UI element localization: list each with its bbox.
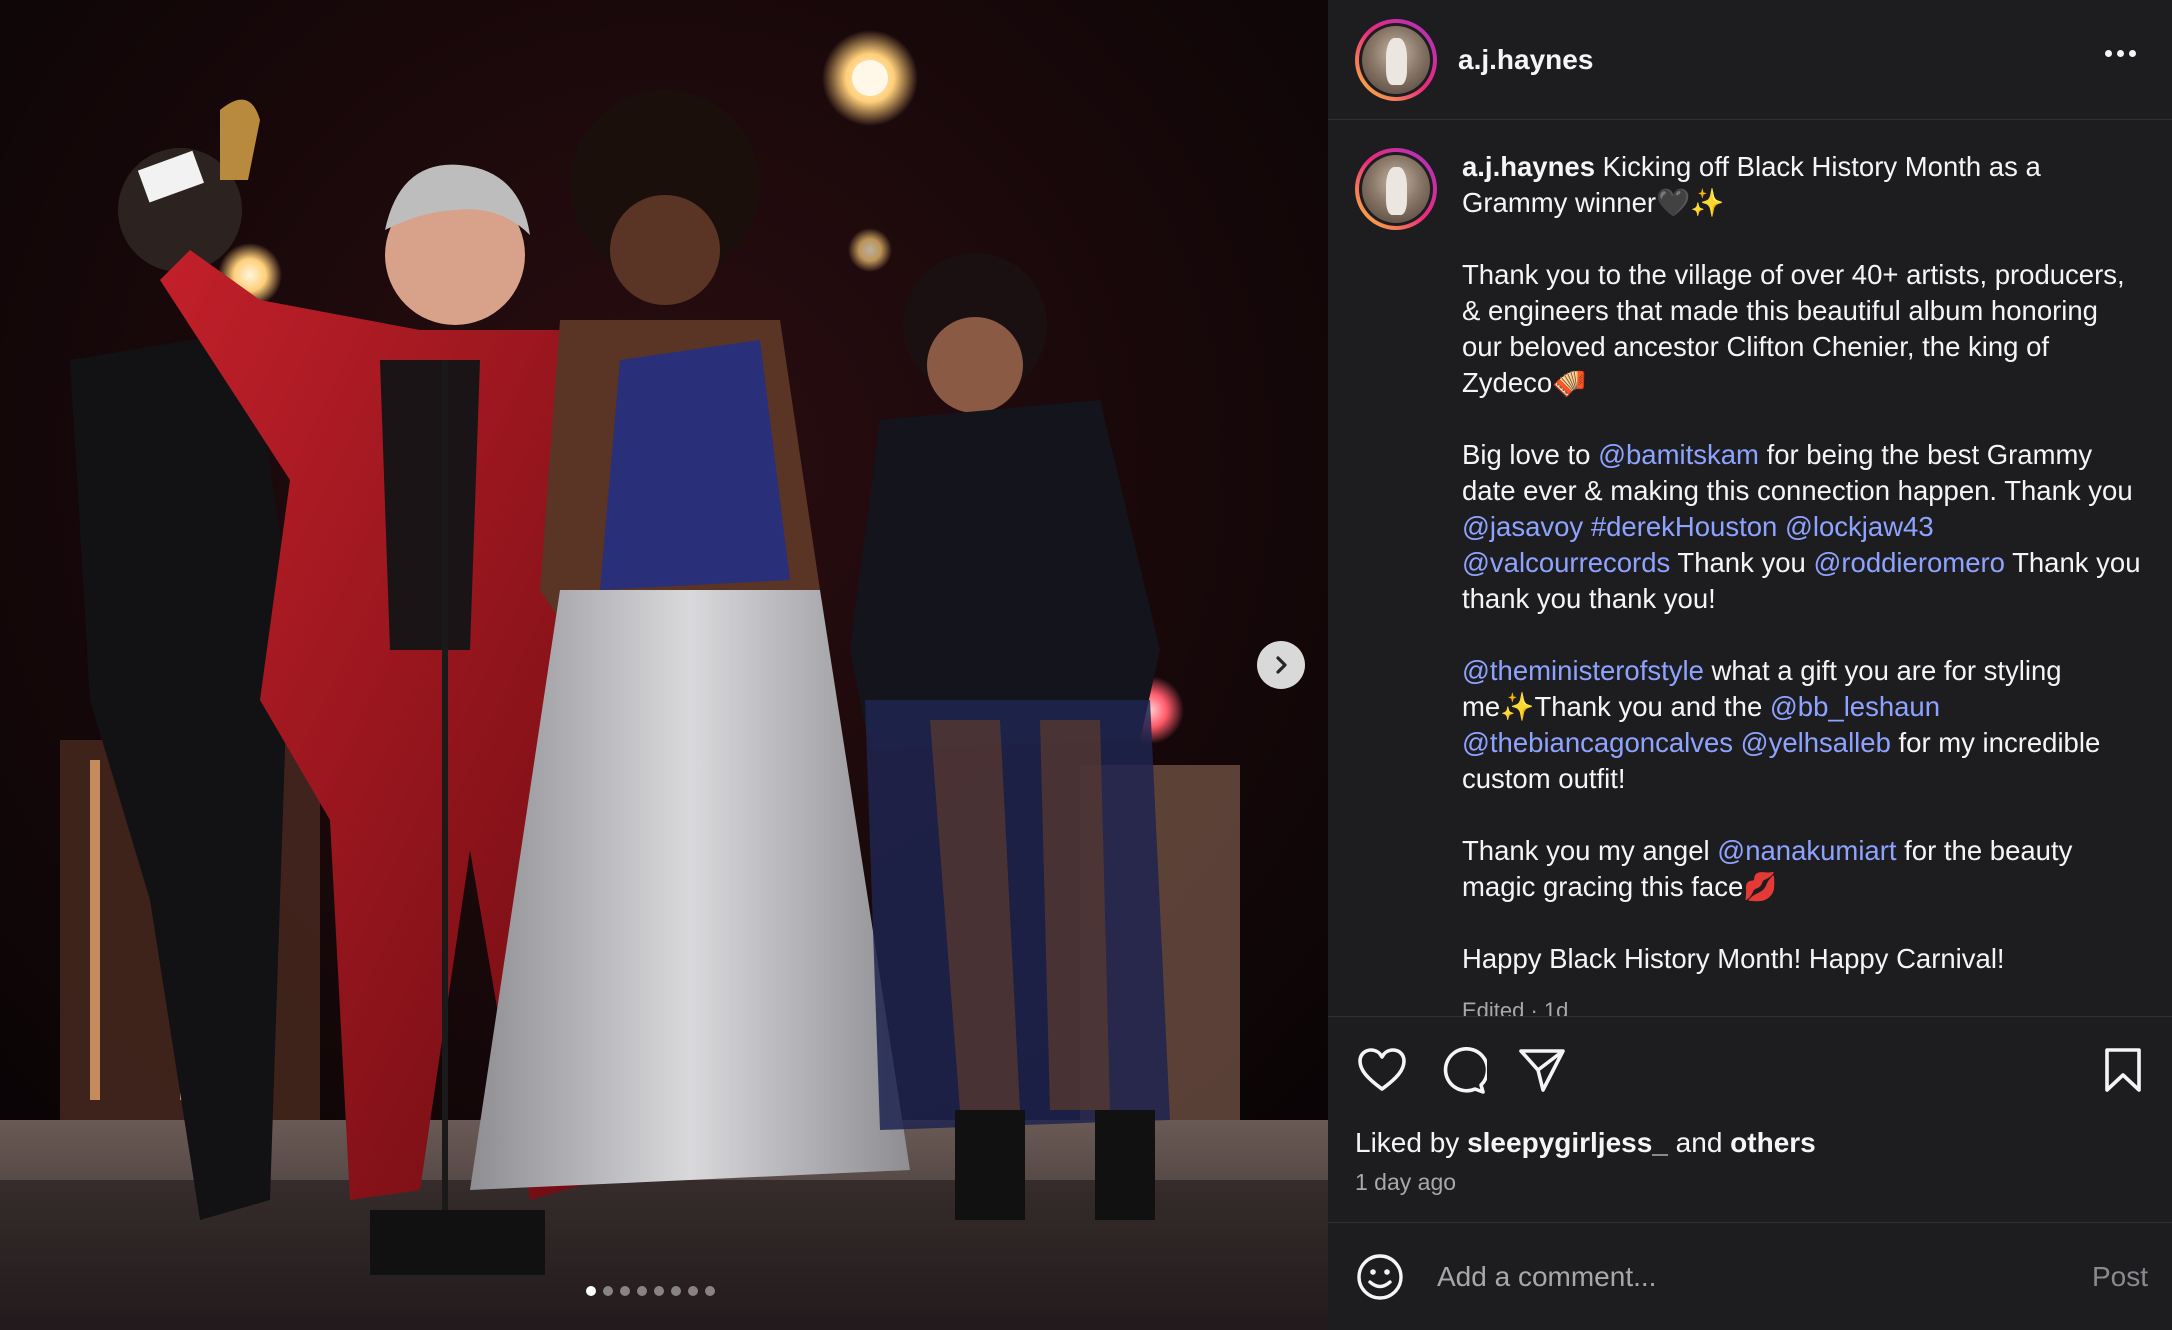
mention-link[interactable]: @bb_leshaun	[1770, 691, 1940, 722]
caption-edited-time: Edited · 1d	[1462, 998, 1569, 1016]
author-avatar[interactable]	[1355, 18, 1437, 101]
post-details-panel: a.j.haynes a.j.haynes Kicking off Black …	[1328, 0, 2172, 1330]
carousel-indicator	[586, 1286, 715, 1296]
caption-author-avatar[interactable]	[1355, 148, 1437, 230]
action-bar: Liked by sleepygirljess_ and others 1 da…	[1328, 1016, 2172, 1221]
carousel-dot	[654, 1286, 664, 1296]
likes-summary: Liked by sleepygirljess_ and others	[1355, 1127, 1816, 1158]
more-horizontal-icon	[2105, 50, 2112, 57]
caption-paragraph: Big love to @bamitskam for being the bes…	[1462, 439, 2141, 614]
mention-link[interactable]: @nanakumiart	[1717, 835, 1896, 866]
caption-paragraph: Happy Black History Month! Happy Carniva…	[1462, 943, 2005, 974]
hashtag-link[interactable]: #derekHouston	[1591, 511, 1778, 542]
mention-link[interactable]: @jasavoy	[1462, 511, 1583, 542]
carousel-next-button[interactable]	[1257, 641, 1305, 689]
instagram-post-view: a.j.haynes a.j.haynes Kicking off Black …	[0, 0, 2172, 1330]
post-media[interactable]	[0, 0, 1328, 1330]
bookmark-icon	[2105, 1048, 2141, 1092]
comment-icon	[1443, 1047, 1487, 1094]
mention-link[interactable]: @valcourrecords	[1462, 547, 1670, 578]
liker-username[interactable]: sleepygirljess_	[1467, 1127, 1668, 1158]
caption-paragraph: @theministerofstyle what a gift you are …	[1462, 655, 2101, 794]
mention-link[interactable]: @bamitskam	[1598, 439, 1759, 470]
comment-bar: Post	[1328, 1222, 2172, 1330]
mention-link[interactable]: @yelhsalleb	[1741, 727, 1891, 758]
mention-link[interactable]: @roddieromero	[1813, 547, 2004, 578]
mention-link[interactable]: @theministerofstyle	[1462, 655, 1704, 686]
action-icons	[1328, 1043, 2172, 1097]
post-comment-button[interactable]: Post	[2092, 1261, 2148, 1293]
caption-paragraph: Thank you my angel @nanakumiart for the …	[1462, 835, 2073, 902]
post-header: a.j.haynes	[1328, 0, 2172, 120]
carousel-dot	[620, 1286, 630, 1296]
carousel-dot	[705, 1286, 715, 1296]
share-button[interactable]	[1515, 1043, 1569, 1097]
post-photo	[0, 0, 1328, 1330]
chevron-right-icon	[1276, 656, 1287, 674]
caption-paragraph: Thank you to the village of over 40+ art…	[1462, 259, 2125, 398]
carousel-dot	[603, 1286, 613, 1296]
comment-input[interactable]	[1435, 1259, 2092, 1294]
post-timestamp: 1 day ago	[1355, 1169, 1457, 1195]
carousel-dot	[671, 1286, 681, 1296]
smiley-icon	[1357, 1253, 1403, 1300]
mention-link[interactable]: @thebiancagoncalves	[1462, 727, 1733, 758]
carousel-dot	[637, 1286, 647, 1296]
like-button[interactable]	[1355, 1043, 1409, 1097]
caption-paragraph: a.j.haynes Kicking off Black History Mon…	[1462, 151, 2041, 218]
author-username[interactable]: a.j.haynes	[1458, 44, 1593, 76]
likers-others-link[interactable]: others	[1730, 1127, 1816, 1158]
comment-button[interactable]	[1435, 1043, 1489, 1097]
carousel-dot	[688, 1286, 698, 1296]
caption-text: a.j.haynes Kicking off Black History Mon…	[1462, 149, 2142, 1016]
send-icon	[1519, 1049, 1565, 1092]
mention-link[interactable]: @lockjaw43	[1785, 511, 1934, 542]
caption-username[interactable]: a.j.haynes	[1462, 151, 1595, 182]
carousel-dot	[586, 1286, 596, 1296]
heart-icon	[1358, 1048, 1406, 1091]
more-options-button[interactable]	[2099, 44, 2142, 63]
emoji-button[interactable]	[1355, 1252, 1405, 1302]
save-button[interactable]	[2096, 1043, 2150, 1097]
caption-scroll-area[interactable]: a.j.haynes Kicking off Black History Mon…	[1328, 121, 2172, 1016]
